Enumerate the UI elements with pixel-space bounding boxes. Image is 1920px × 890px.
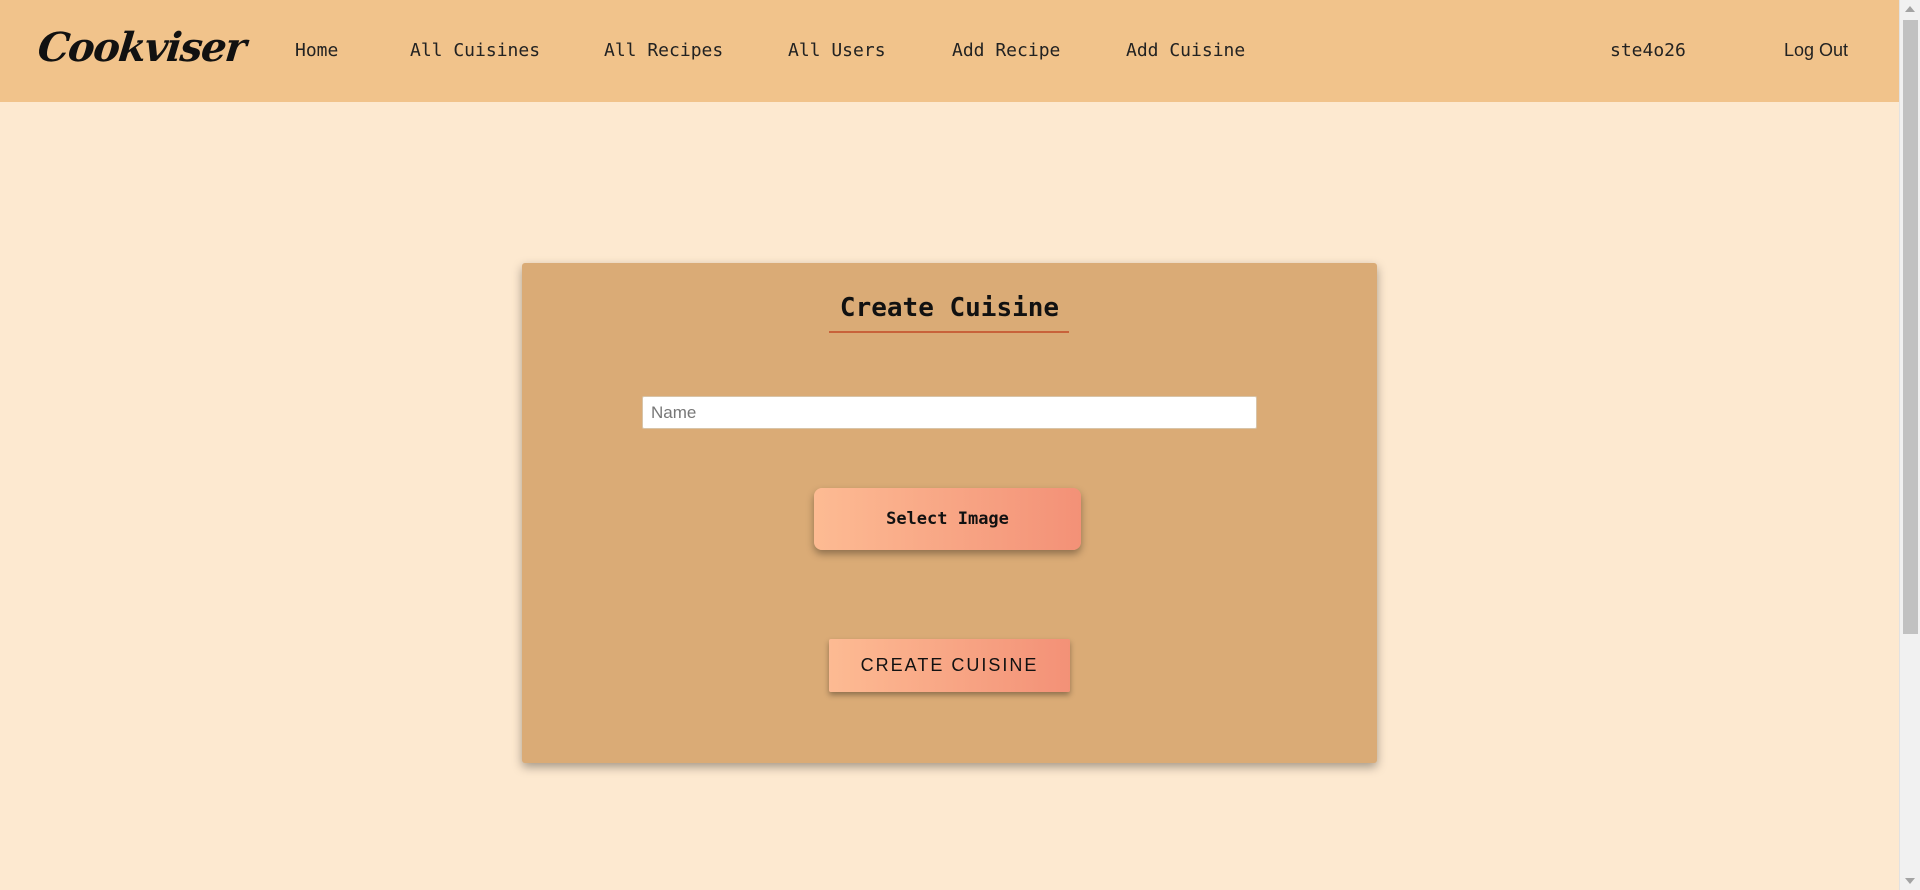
navbar: Cookviser Home All Cuisines All Recipes … bbox=[0, 0, 1899, 102]
vertical-scrollbar[interactable] bbox=[1899, 0, 1920, 890]
form-title: Create Cuisine bbox=[839, 293, 1060, 323]
brand-logo[interactable]: Cookviser bbox=[36, 24, 248, 71]
nav-all-recipes-link[interactable]: All Recipes bbox=[604, 40, 723, 61]
create-cuisine-card: Create Cuisine Select Image CREATE CUISI… bbox=[522, 263, 1377, 763]
nav-home-link[interactable]: Home bbox=[295, 40, 338, 61]
select-image-button[interactable]: Select Image bbox=[814, 488, 1081, 550]
cuisine-name-input[interactable] bbox=[642, 396, 1257, 429]
nav-add-cuisine-link[interactable]: Add Cuisine bbox=[1126, 40, 1245, 61]
nav-all-users-link[interactable]: All Users bbox=[788, 40, 886, 61]
scroll-up-arrow-icon[interactable] bbox=[1905, 6, 1915, 12]
title-underline bbox=[829, 331, 1069, 333]
page: Cookviser Home All Cuisines All Recipes … bbox=[0, 0, 1920, 890]
nav-add-recipe-link[interactable]: Add Recipe bbox=[952, 40, 1060, 61]
user-profile-link[interactable]: ste4o26 bbox=[1610, 40, 1686, 61]
scroll-down-arrow-icon[interactable] bbox=[1905, 878, 1915, 884]
nav-all-cuisines-link[interactable]: All Cuisines bbox=[410, 40, 540, 61]
create-cuisine-button[interactable]: CREATE CUISINE bbox=[829, 639, 1070, 692]
scroll-thumb[interactable] bbox=[1903, 20, 1918, 634]
logout-link[interactable]: Log Out bbox=[1784, 40, 1848, 61]
